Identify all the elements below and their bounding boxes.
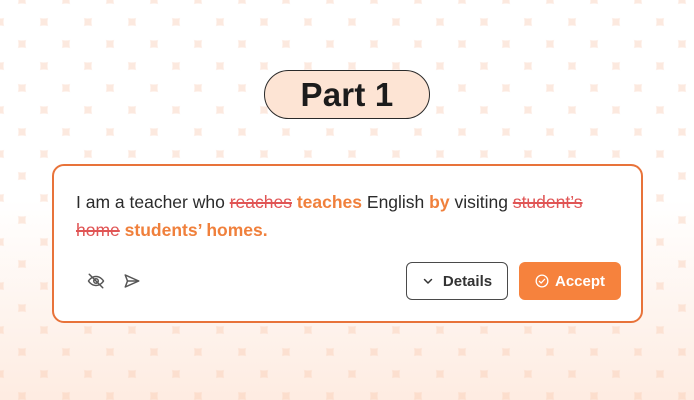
inserted-phrase: students’ homes. <box>124 220 268 240</box>
accept-button[interactable]: Accept <box>519 262 621 300</box>
chevron-down-icon <box>423 278 433 284</box>
suggestion-text: I am a teacher who reaches teaches Engli… <box>76 188 616 244</box>
deleted-word: reaches <box>229 192 292 212</box>
inserted-word: teaches <box>296 192 363 212</box>
hide-button[interactable] <box>84 269 108 293</box>
details-button[interactable]: Details <box>406 262 508 300</box>
accept-label: Accept <box>554 272 606 290</box>
send-icon <box>124 274 140 288</box>
inserted-word: by <box>429 192 450 212</box>
page-title: Part 1 <box>264 70 430 119</box>
check-circle-icon <box>535 274 549 288</box>
eye-off-icon <box>87 273 105 289</box>
details-label: Details <box>442 272 493 290</box>
suggestion-card: I am a teacher who reaches teaches Engli… <box>52 164 643 323</box>
sentence-text: I am a teacher who <box>76 192 230 212</box>
sentence-text: English <box>362 192 430 212</box>
sentence-text: visiting <box>449 192 513 212</box>
send-button[interactable] <box>120 269 144 293</box>
